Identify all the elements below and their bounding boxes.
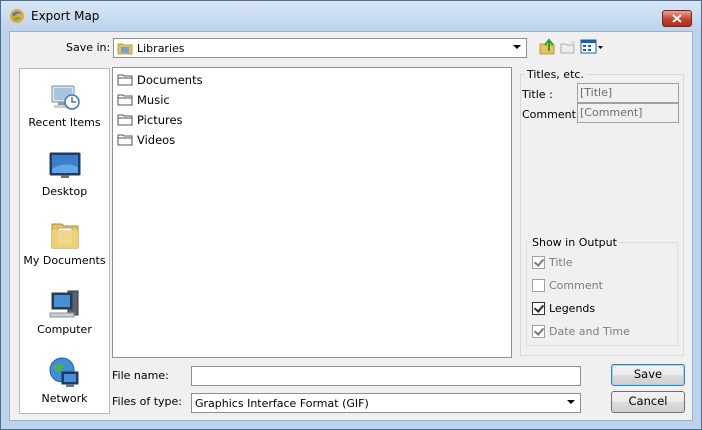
file-name: Documents	[137, 73, 203, 87]
place-my-documents[interactable]: My Documents	[20, 218, 109, 267]
folder-icon	[117, 94, 133, 106]
new-folder-icon[interactable]	[559, 38, 577, 56]
comment-option-label: Comment	[549, 279, 603, 292]
comment-checkbox[interactable]	[532, 279, 545, 292]
legends-checkbox[interactable]	[532, 302, 545, 315]
comment-field[interactable]: [Comment]	[577, 103, 679, 123]
show-in-output-heading: Show in Output	[530, 236, 619, 249]
dialog-body: Save in: Libraries Recent Items Desktop …	[9, 31, 693, 421]
title-label: Title :	[522, 88, 553, 101]
legends-option-label: Legends	[549, 302, 596, 315]
place-label: Network	[41, 392, 88, 405]
file-name: Pictures	[137, 113, 183, 127]
chevron-down-icon[interactable]	[513, 45, 521, 49]
file-type-label: Files of type:	[112, 395, 183, 408]
date-time-option-label: Date and Time	[549, 325, 630, 338]
comment-value: [Comment]	[580, 106, 643, 119]
close-icon	[672, 14, 682, 23]
file-list[interactable]: Documents Music Pictures Videos	[112, 67, 512, 358]
export-map-dialog: Export Map Save in: Libraries Recent Ite…	[0, 0, 702, 430]
places-bar: Recent Items Desktop My Documents Comput…	[19, 68, 110, 414]
title-bar[interactable]: Export Map	[1, 1, 701, 31]
place-recent-items[interactable]: Recent Items	[20, 80, 109, 129]
place-label: Recent Items	[28, 116, 101, 129]
file-name-input[interactable]	[191, 366, 581, 386]
save-button[interactable]: Save	[611, 364, 685, 386]
place-label: My Documents	[23, 254, 106, 267]
app-logo-icon	[10, 9, 24, 23]
save-in-value: Libraries	[137, 42, 185, 55]
save-in-label: Save in:	[66, 41, 111, 54]
title-checkbox[interactable]	[532, 256, 545, 269]
desktop-icon	[49, 152, 80, 178]
file-name-label: File name:	[112, 369, 169, 382]
save-in-combo[interactable]: Libraries	[113, 38, 527, 58]
place-desktop[interactable]: Desktop	[20, 149, 109, 198]
libraries-folder-icon	[117, 43, 133, 55]
file-type-value: Graphics Interface Format (GIF)	[195, 397, 369, 410]
place-computer[interactable]: Computer	[20, 287, 109, 336]
documents-icon	[51, 223, 78, 249]
up-folder-icon[interactable]	[538, 38, 556, 56]
comment-label: Comment :	[522, 108, 584, 121]
file-name: Videos	[137, 133, 176, 147]
computer-icon	[49, 290, 78, 318]
close-button[interactable]	[662, 10, 692, 27]
titles-heading: Titles, etc.	[525, 68, 586, 81]
title-option-label: Title	[549, 256, 573, 269]
file-name: Music	[137, 93, 170, 107]
view-menu-icon[interactable]	[580, 39, 604, 55]
date-time-checkbox[interactable]	[532, 325, 545, 338]
title-field[interactable]: [Title]	[577, 83, 679, 103]
folder-icon	[117, 114, 133, 126]
file-type-combo[interactable]: Graphics Interface Format (GIF)	[191, 393, 581, 413]
place-label: Computer	[37, 323, 92, 336]
window-title: Export Map	[31, 9, 100, 23]
title-value: [Title]	[580, 86, 613, 99]
folder-icon	[117, 134, 133, 146]
network-icon	[49, 357, 78, 387]
recent-items-icon	[51, 85, 80, 110]
place-network[interactable]: Network	[20, 356, 109, 405]
place-label: Desktop	[41, 185, 88, 198]
chevron-down-icon[interactable]	[567, 400, 575, 404]
folder-icon	[117, 74, 133, 86]
cancel-button[interactable]: Cancel	[611, 391, 685, 413]
